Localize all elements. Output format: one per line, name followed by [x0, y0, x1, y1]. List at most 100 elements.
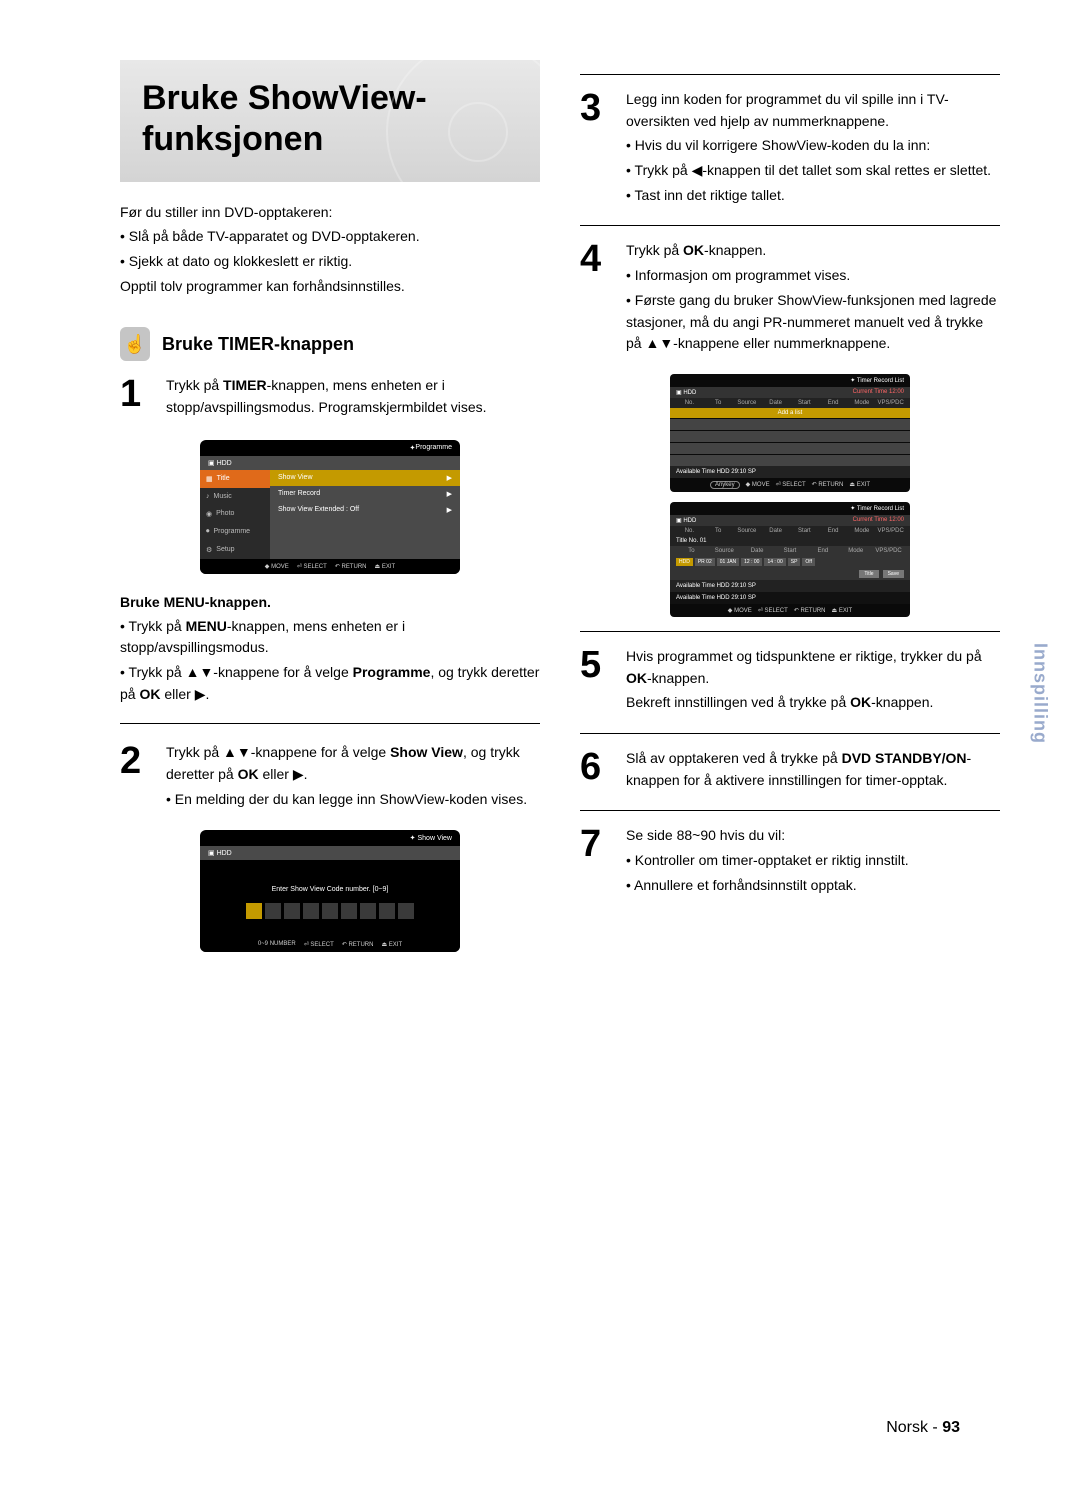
hand-icon: ☝ — [120, 327, 150, 361]
intro-l4: Opptil tolv programmer kan forhåndsinnst… — [120, 276, 540, 298]
foot-move: ◆ MOVE — [746, 481, 770, 489]
step-number: 7 — [580, 825, 614, 899]
intro-l3: • Sjekk at dato og klokkeslett er riktig… — [120, 251, 540, 273]
code-box — [341, 903, 357, 919]
title-line-1: Bruke ShowView- — [142, 79, 427, 117]
foot-move: ◆ MOVE — [728, 607, 752, 614]
left-column: Bruke ShowView- funksjonen Før du stille… — [120, 60, 540, 968]
osd-showview-entry: ✦ Show View ▣ HDD Enter Show View Code n… — [200, 830, 460, 952]
divider — [580, 631, 1000, 632]
osd-timer-list-empty: ✦ Timer Record List ▣ HDDCurrent Time 12… — [670, 374, 910, 492]
step-body: Hvis programmet og tidspunktene er rikti… — [626, 646, 1000, 717]
code-box — [265, 903, 281, 919]
step3-l2: • Hvis du vil korrigere ShowView-koden d… — [626, 135, 1000, 157]
step7-l1: Se side 88~90 hvis du vil: — [626, 825, 909, 847]
blank-row — [670, 443, 910, 454]
intro-l2: • Slå på både TV-apparatet og DVD-opptak… — [120, 226, 540, 248]
osd3b-cols: No.ToSourceDateStartEndModeVPS/PDC — [670, 526, 910, 536]
section-title: Bruke TIMER-knappen — [162, 334, 354, 355]
code-box — [246, 903, 262, 919]
step-number: 3 — [580, 89, 614, 209]
osd-side-menu: ▦ Title ♪ Music ◉ Photo ⏺ Programme ⚙ Se… — [200, 470, 270, 559]
step-body: Slå av opptakeren ved å trykke på DVD ST… — [626, 748, 1000, 794]
title-line-2: funksjonen — [142, 120, 323, 158]
step-body: Se side 88~90 hvis du vil: • Kontroller … — [626, 825, 909, 899]
divider — [580, 74, 1000, 75]
menu-item-photo: ◉ Photo — [200, 505, 270, 523]
two-column-layout: Bruke ShowView- funksjonen Før du stille… — [120, 60, 1000, 968]
step-body: Trykk på OK-knappen. • Informasjon om pr… — [626, 240, 1000, 357]
code-input-boxes — [200, 903, 460, 919]
divider — [120, 723, 540, 724]
step4-l2: • Informasjon om programmet vises. — [626, 265, 1000, 287]
osd3a-avail: Available Time HDD 29:10 SP — [670, 466, 910, 478]
foot-select: ⏎ SELECT — [297, 563, 327, 570]
foot-select: ⏎ SELECT — [776, 481, 806, 489]
step-2: 2 Trykk på ▲▼-knappene for å velge Show … — [120, 742, 540, 813]
step4-l1: Trykk på OK-knappen. — [626, 240, 1000, 262]
code-box — [360, 903, 376, 919]
intro-text: Før du stiller inn DVD-opptakeren: • Slå… — [120, 202, 540, 298]
title-button: Title — [859, 570, 878, 578]
page-footer: Norsk - 93 — [886, 1419, 960, 1437]
osd3b-header: ✦ Timer Record List — [670, 502, 910, 515]
step-3: 3 Legg inn koden for programmet du vil s… — [580, 89, 1000, 209]
foot-exit: ⏏ EXIT — [832, 607, 853, 614]
right-column: 3 Legg inn koden for programmet du vil s… — [580, 60, 1000, 968]
osd-header: ✦ Programme — [200, 440, 460, 456]
step-number: 1 — [120, 375, 154, 421]
osd3b-editcols: ToSourceDateStartEndModeVPS/PDC — [670, 546, 910, 556]
step2-l2: • En melding der du kan legge inn ShowVi… — [166, 789, 540, 811]
step3-l1: Legg inn koden for programmet du vil spi… — [626, 89, 1000, 132]
step-body: Trykk på TIMER-knappen, mens enheten er … — [166, 375, 540, 421]
step-4: 4 Trykk på OK-knappen. • Informasjon om … — [580, 240, 1000, 357]
step7-l2: • Kontroller om timer-opptaket er riktig… — [626, 850, 909, 872]
osd3a-add: Add a list — [670, 408, 910, 418]
footer-sep: - — [928, 1419, 942, 1436]
foot-select: ⏎ SELECT — [304, 941, 334, 948]
osd-hdd-bar: ▣ HDD — [200, 456, 460, 470]
side-tab-label: Innspilling — [1030, 643, 1051, 744]
foot-exit: ⏏ EXIT — [849, 481, 870, 489]
foot-exit: ⏏ EXIT — [375, 563, 396, 570]
osd3b-buttons: Title Save — [670, 568, 910, 580]
osd3b-avail: Available Time HDD 29:10 SP — [670, 580, 910, 592]
osd3a-hdd: ▣ HDDCurrent Time 12:00 — [670, 387, 910, 398]
code-box — [303, 903, 319, 919]
step-number: 4 — [580, 240, 614, 357]
step2-l1: Trykk på ▲▼-knappene for å velge Show Vi… — [166, 742, 540, 785]
code-box — [284, 903, 300, 919]
osd3b-avail2: Available Time HDD 29:10 SP — [670, 592, 910, 604]
blank-row — [670, 455, 910, 466]
panel-row-timer: Timer Record▶ — [270, 486, 460, 502]
step-6: 6 Slå av opptakeren ved å trykke på DVD … — [580, 748, 1000, 794]
step7-l3: • Annullere et forhåndsinnstilt opptak. — [626, 875, 909, 897]
blank-row — [670, 431, 910, 442]
section-header: ☝ Bruke TIMER-knappen — [120, 327, 540, 361]
intro-l1: Før du stiller inn DVD-opptakeren: — [120, 202, 540, 224]
osd3b-footer: ◆ MOVE ⏎ SELECT ↶ RETURN ⏏ EXIT — [670, 604, 910, 617]
blank-row — [670, 419, 910, 430]
divider — [580, 733, 1000, 734]
osd2-footer: 0~9 NUMBER ⏎ SELECT ↶ RETURN ⏏ EXIT — [200, 937, 460, 952]
step3-l3: • Trykk på ◀-knappen til det tallet som … — [626, 160, 1000, 182]
anykey-badge: Anykey — [710, 481, 740, 489]
osd-programme-menu: ✦ Programme ▣ HDD ▦ Title ♪ Music ◉ Phot… — [200, 440, 460, 574]
osd-footer: ◆ MOVE ⏎ SELECT ↶ RETURN ⏏ EXIT — [200, 559, 460, 574]
menu-item-music: ♪ Music — [200, 488, 270, 505]
manual-page: Bruke ShowView- funksjonen Før du stille… — [0, 0, 1080, 1487]
step-5: 5 Hvis programmet og tidspunktene er rik… — [580, 646, 1000, 717]
step-number: 5 — [580, 646, 614, 717]
foot-exit: ⏏ EXIT — [381, 941, 402, 948]
step-7: 7 Se side 88~90 hvis du vil: • Kontrolle… — [580, 825, 1000, 899]
osd3a-header: ✦ Timer Record List — [670, 374, 910, 387]
osd3a-footer: Anykey ◆ MOVE ⏎ SELECT ↶ RETURN ⏏ EXIT — [670, 478, 910, 492]
osd3b-hdd: ▣ HDDCurrent Time 12:00 — [670, 515, 910, 526]
code-box — [398, 903, 414, 919]
osd-panel: Show View▶ Timer Record▶ Show View Exten… — [270, 470, 460, 559]
step-number: 2 — [120, 742, 154, 813]
menu-sub-l1: • Trykk på MENU-knappen, mens enheten er… — [120, 616, 540, 659]
osd-timer-list-edit: ✦ Timer Record List ▣ HDDCurrent Time 12… — [670, 502, 910, 617]
menu-item-programme: ⏺ Programme — [200, 523, 270, 541]
osd2-body: Enter Show View Code number. [0~9] — [200, 860, 460, 937]
